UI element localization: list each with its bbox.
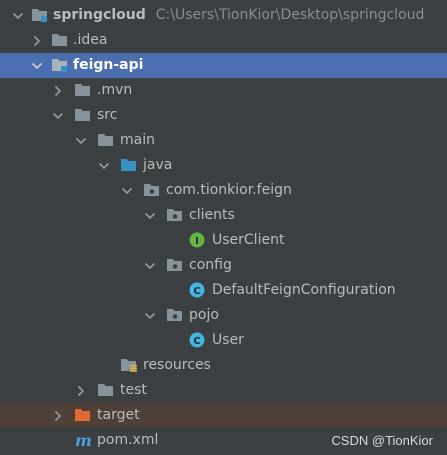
maven-icon-letter: m	[75, 432, 92, 450]
tree-row-package[interactable]: com.tionkior.feign	[0, 178, 447, 203]
tree-row-user-client[interactable]: I UserClient	[0, 228, 447, 253]
project-tree: springcloud C:\Users\TionKior\Desktop\spr…	[0, 3, 447, 453]
source-folder-icon	[120, 153, 138, 178]
resources-folder-icon	[120, 353, 138, 378]
folder-icon	[74, 78, 92, 103]
folder-icon	[97, 378, 115, 403]
tree-label-pojo: pojo	[189, 307, 219, 323]
tree-row-user[interactable]: C User	[0, 328, 447, 353]
tree-label-main: main	[120, 132, 155, 148]
excluded-folder-icon	[74, 403, 92, 428]
chevron-right-icon[interactable]	[30, 28, 44, 53]
module-folder-icon	[31, 3, 49, 28]
maven-icon: m	[74, 428, 92, 453]
folder-icon	[51, 28, 69, 53]
tree-label-src: src	[97, 107, 118, 123]
tree-label-springcloud: springcloud C:\Users\TionKior\Desktop\spr…	[53, 7, 425, 23]
tree-row-test[interactable]: test	[0, 378, 447, 403]
tree-label-config: config	[189, 257, 232, 273]
tree-row-pojo[interactable]: pojo	[0, 303, 447, 328]
tree-label-default-feign-configuration: DefaultFeignConfiguration	[212, 282, 396, 298]
tree-label-idea: .idea	[73, 32, 108, 48]
class-icon-letter: C	[193, 286, 200, 297]
package-icon	[166, 203, 184, 228]
chevron-right-icon[interactable]	[74, 378, 88, 403]
tree-label-target: target	[97, 407, 140, 423]
tree-row-resources[interactable]: resources	[0, 353, 447, 378]
module-folder-icon	[51, 53, 69, 78]
tree-row-feign-api[interactable]: feign-api	[0, 53, 447, 78]
tree-row-target[interactable]: target	[0, 403, 447, 428]
tree-label-mvn: .mvn	[97, 82, 133, 98]
watermark: CSDN @TionKior	[331, 433, 433, 448]
tree-label-package: com.tionkior.feign	[166, 182, 292, 198]
class-icon-letter: C	[193, 336, 200, 347]
tree-label-feign-api: feign-api	[73, 57, 144, 73]
chevron-down-icon[interactable]	[11, 3, 25, 28]
tree-label-clients: clients	[189, 207, 235, 223]
interface-icon: I	[189, 228, 207, 253]
tree-row-config[interactable]: config	[0, 253, 447, 278]
package-icon	[166, 253, 184, 278]
chevron-right-icon[interactable]	[51, 78, 65, 103]
chevron-right-icon[interactable]	[51, 403, 65, 428]
chevron-down-icon[interactable]	[97, 153, 111, 178]
tree-row-springcloud[interactable]: springcloud C:\Users\TionKior\Desktop\spr…	[0, 3, 447, 28]
folder-icon	[97, 128, 115, 153]
interface-icon-letter: I	[195, 236, 199, 247]
vertical-scrollbar[interactable]	[439, 0, 447, 455]
tree-row-clients[interactable]: clients	[0, 203, 447, 228]
class-icon: C	[189, 328, 207, 353]
tree-row-src[interactable]: src	[0, 103, 447, 128]
tree-label-user: User	[212, 332, 244, 348]
tree-row-idea[interactable]: .idea	[0, 28, 447, 53]
tree-row-java[interactable]: java	[0, 153, 447, 178]
class-icon: C	[189, 278, 207, 303]
chevron-down-icon[interactable]	[143, 303, 157, 328]
tree-row-default-feign-configuration[interactable]: C DefaultFeignConfiguration	[0, 278, 447, 303]
tree-label-pom: pom.xml	[97, 432, 159, 448]
chevron-down-icon[interactable]	[51, 103, 65, 128]
chevron-down-icon[interactable]	[120, 178, 134, 203]
tree-label-test: test	[120, 382, 147, 398]
project-path: C:\Users\TionKior\Desktop\springcloud	[155, 7, 425, 23]
tree-label-user-client: UserClient	[212, 232, 285, 248]
chevron-down-icon[interactable]	[30, 53, 44, 78]
chevron-down-icon[interactable]	[74, 128, 88, 153]
tree-label-java: java	[143, 157, 173, 173]
tree-row-mvn[interactable]: .mvn	[0, 78, 447, 103]
tree-label-resources: resources	[143, 357, 211, 373]
tree-row-main[interactable]: main	[0, 128, 447, 153]
package-icon	[166, 303, 184, 328]
folder-icon	[74, 103, 92, 128]
chevron-down-icon[interactable]	[143, 253, 157, 278]
package-icon	[143, 178, 161, 203]
chevron-down-icon[interactable]	[143, 203, 157, 228]
